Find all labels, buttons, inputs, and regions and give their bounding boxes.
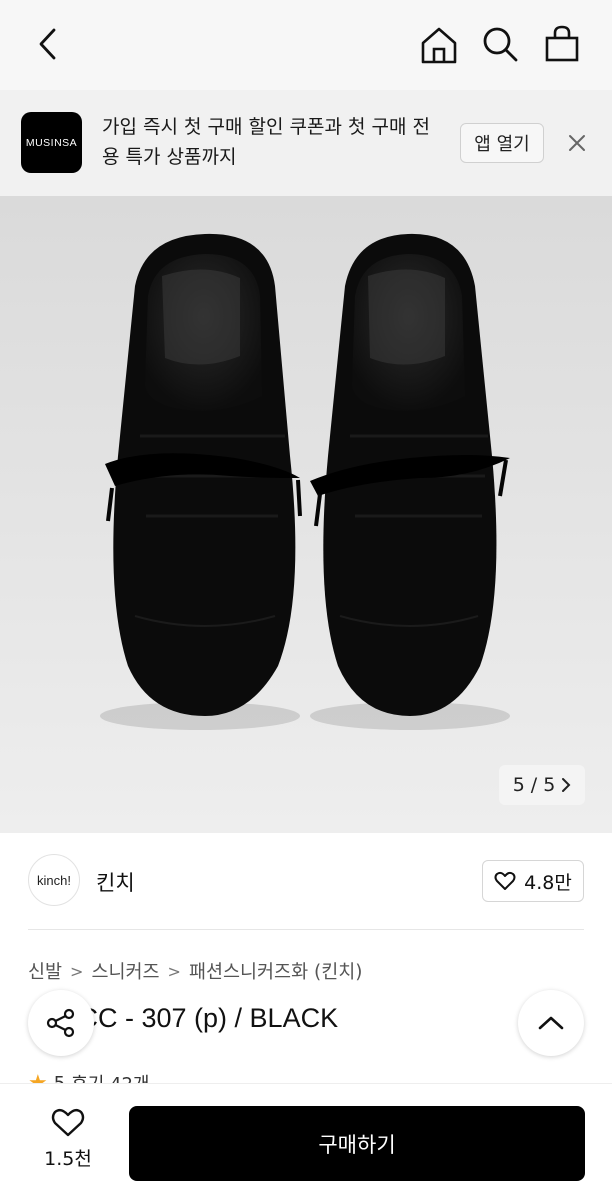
brand-name[interactable]: 킨치 — [96, 867, 135, 897]
image-counter-current: 5 — [512, 774, 525, 796]
breadcrumb-item-sneakers[interactable]: 스니커즈 — [91, 958, 159, 984]
share-button[interactable] — [28, 990, 94, 1056]
divider — [28, 929, 584, 930]
cart-button[interactable] — [540, 22, 584, 66]
brand-logo[interactable]: kinch! — [28, 854, 80, 906]
chevron-up-icon — [538, 1016, 564, 1030]
brand-like-count: 4.8만 — [524, 871, 572, 894]
share-icon — [46, 1008, 75, 1038]
open-app-button[interactable]: 앱 열기 — [460, 123, 544, 163]
bottom-bar: 1.5천 구매하기 — [0, 1083, 612, 1200]
breadcrumb-separator-icon: > — [70, 961, 84, 981]
chevron-left-icon — [39, 28, 56, 60]
brand-row: kinch! 킨치 4.8만 — [0, 833, 612, 929]
top-navigation — [0, 0, 612, 90]
right-shoe — [310, 233, 510, 716]
home-button[interactable] — [416, 22, 462, 68]
shopping-bag-icon — [545, 25, 579, 62]
sneakers-photo — [100, 233, 510, 730]
brand-like-button[interactable]: 4.8만 — [482, 860, 584, 902]
search-icon — [483, 27, 518, 62]
musinsa-logo: MUSINSA — [21, 112, 82, 173]
left-shoe — [105, 233, 302, 716]
breadcrumb: 신발 > 스니커즈 > 패션스니커즈화 (킨치) — [28, 958, 362, 984]
heart-icon — [494, 871, 516, 890]
image-counter-total: 5 — [543, 774, 556, 796]
image-counter[interactable]: 5 / 5 — [499, 765, 585, 805]
app-install-banner: MUSINSA 가입 즉시 첫 구매 할인 쿠폰과 첫 구매 전용 특가 상품까… — [0, 90, 612, 196]
heart-icon — [51, 1108, 85, 1137]
back-button[interactable] — [26, 22, 70, 66]
close-icon — [569, 135, 585, 151]
home-icon — [421, 27, 457, 64]
product-image[interactable] — [0, 196, 612, 833]
breadcrumb-item-fashion-sneakers[interactable]: 패션스니커즈화 (킨치) — [189, 958, 363, 984]
breadcrumb-item-shoes[interactable]: 신발 — [28, 958, 62, 984]
scroll-top-button[interactable] — [518, 990, 584, 1056]
breadcrumb-separator-icon: > — [167, 961, 181, 981]
buy-button[interactable]: 구매하기 — [129, 1106, 585, 1181]
chevron-right-icon — [562, 778, 571, 792]
banner-message: 가입 즉시 첫 구매 할인 쿠폰과 첫 구매 전용 특가 상품까지 — [102, 116, 430, 168]
banner-close-button[interactable] — [564, 130, 590, 156]
image-counter-separator: / — [530, 774, 538, 796]
search-button[interactable] — [478, 22, 522, 66]
product-like-count: 1.5천 — [44, 1148, 92, 1170]
product-like-button[interactable]: 1.5천 — [30, 1108, 106, 1176]
